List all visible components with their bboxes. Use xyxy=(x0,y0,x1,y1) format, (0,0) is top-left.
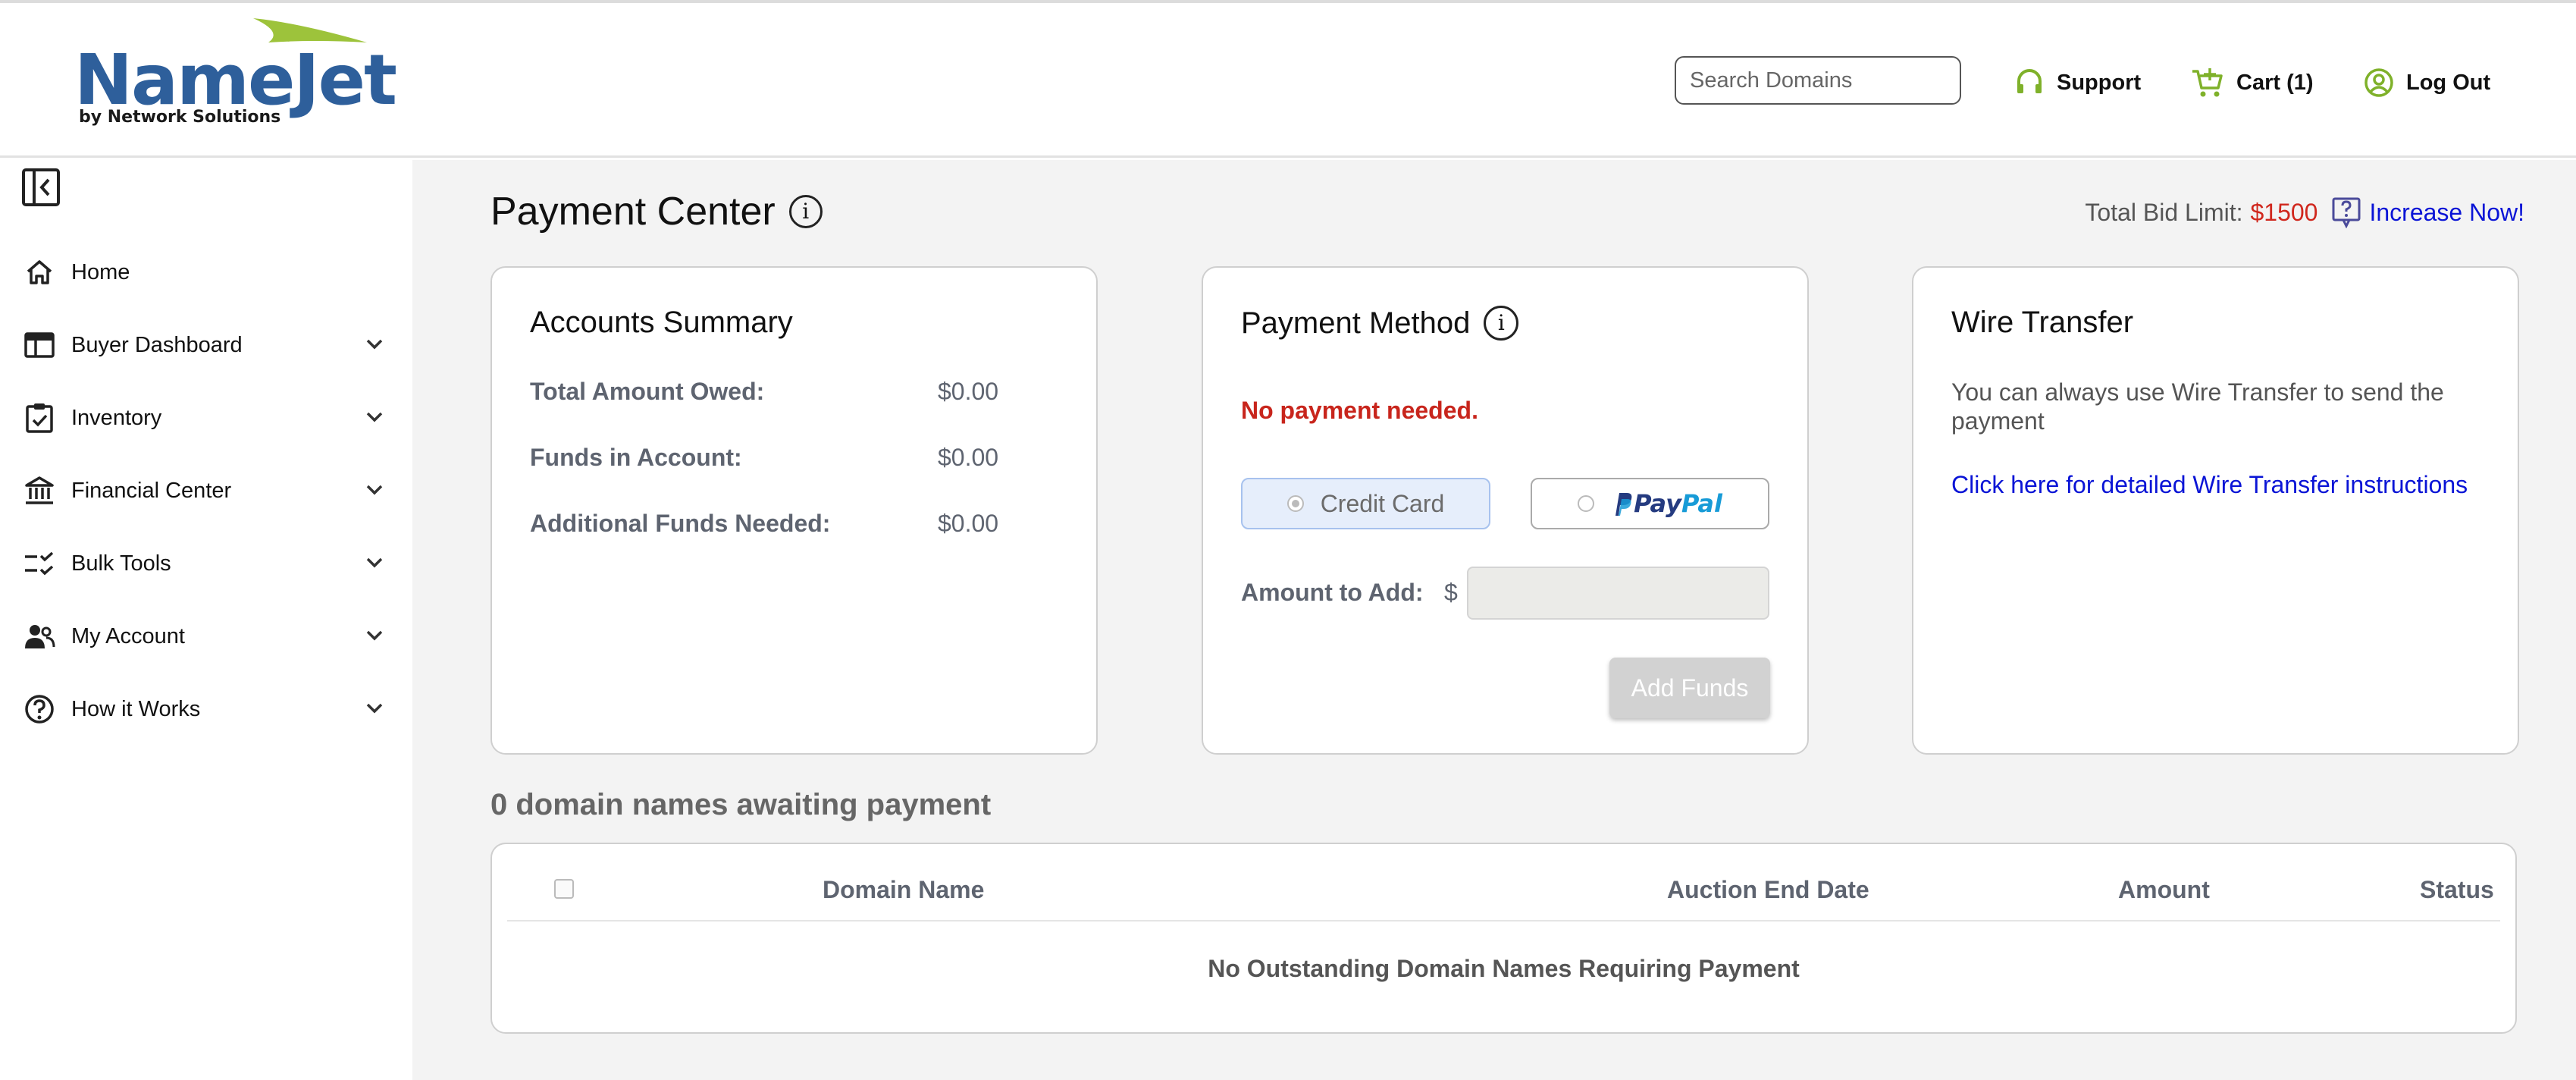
dashboard-icon xyxy=(23,328,56,362)
currency-symbol: $ xyxy=(1444,579,1458,606)
paypal-pay-text: Pay xyxy=(1634,489,1681,518)
sidebar-item-bulk-tools[interactable]: Bulk Tools xyxy=(23,541,387,586)
paypal-icon xyxy=(1615,493,1632,516)
column-auction-end-date[interactable]: Auction End Date xyxy=(1667,876,1869,904)
sidebar-item-my-account[interactable]: My Account xyxy=(23,614,387,659)
empty-table-message: No Outstanding Domain Names Requiring Pa… xyxy=(1208,955,1800,982)
funds-in-account-value: $0.00 xyxy=(938,444,999,471)
collapse-sidebar-icon[interactable] xyxy=(21,168,61,207)
sidebar-item-label: My Account xyxy=(71,623,185,648)
chevron-down-icon[interactable] xyxy=(362,623,387,647)
bank-icon xyxy=(23,474,56,507)
sidebar-item-label: How it Works xyxy=(71,696,201,721)
search-input[interactable] xyxy=(1690,68,1976,93)
sidebar: Home Buyer Dashboard Inventory Financial… xyxy=(0,160,412,1080)
no-payment-notice: No payment needed. xyxy=(1241,397,1478,424)
chevron-down-icon[interactable] xyxy=(362,695,387,720)
main-content: Payment Center i Total Bid Limit: $1500 … xyxy=(412,160,2576,1080)
chevron-down-icon[interactable] xyxy=(362,404,387,429)
payment-method-title-text: Payment Method xyxy=(1241,306,1471,340)
info-icon[interactable]: i xyxy=(788,195,823,228)
column-status[interactable]: Status xyxy=(2420,876,2494,904)
wire-transfer-instructions-link[interactable]: Click here for detailed Wire Transfer in… xyxy=(1951,471,2468,499)
amount-to-add-label: Amount to Add: xyxy=(1241,579,1424,606)
sidebar-item-label: Home xyxy=(71,259,130,284)
paypal-pal-text: Pal xyxy=(1681,489,1722,518)
namejet-logo[interactable]: NameJet by Network Solutions xyxy=(74,17,397,138)
chevron-down-icon[interactable] xyxy=(362,331,387,356)
logout-link[interactable]: Log Out xyxy=(2364,64,2490,102)
add-funds-button[interactable]: Add Funds xyxy=(1609,658,1770,718)
funds-in-account-label: Funds in Account: xyxy=(530,444,742,471)
search-box xyxy=(1675,56,1976,105)
cart-label: Cart (1) xyxy=(2236,70,2314,95)
logo-subtitle: by Network Solutions xyxy=(79,108,281,127)
sidebar-item-label: Financial Center xyxy=(71,478,232,503)
column-domain-name[interactable]: Domain Name xyxy=(823,876,984,904)
additional-funds-label: Additional Funds Needed: xyxy=(530,510,831,537)
user-circle-icon xyxy=(2364,68,2393,97)
site-header: NameJet by Network Solutions Support Car… xyxy=(0,3,2576,158)
question-icon xyxy=(23,692,56,726)
accounts-summary-title: Accounts Summary xyxy=(530,306,793,339)
page-title-text: Payment Center xyxy=(490,190,776,234)
chevron-down-icon[interactable] xyxy=(362,550,387,574)
sidebar-item-financial-center[interactable]: Financial Center xyxy=(23,468,387,513)
paypal-logo: Pay Pal xyxy=(1611,489,1722,518)
accounts-summary-card: Accounts Summary Total Amount Owed: $0.0… xyxy=(490,266,1098,755)
sidebar-item-label: Inventory xyxy=(71,405,162,430)
additional-funds-value: $0.00 xyxy=(938,510,999,537)
support-link[interactable]: Support xyxy=(2014,64,2141,102)
credit-card-radio[interactable] xyxy=(1286,495,1304,512)
users-icon xyxy=(23,620,56,653)
checklist-icon xyxy=(23,547,56,580)
support-label: Support xyxy=(2057,70,2142,95)
wire-transfer-card: Wire Transfer You can always use Wire Tr… xyxy=(1912,266,2519,755)
paypal-radio[interactable] xyxy=(1578,495,1595,512)
cart-icon xyxy=(2192,68,2223,97)
cart-link[interactable]: Cart (1) xyxy=(2191,64,2314,102)
wire-transfer-text: You can always use Wire Transfer to send… xyxy=(1951,378,2444,435)
column-amount[interactable]: Amount xyxy=(2118,876,2210,904)
awaiting-payment-heading: 0 domain names awaiting payment xyxy=(490,788,992,821)
wire-transfer-title: Wire Transfer xyxy=(1951,306,2134,339)
total-owed-value: $0.00 xyxy=(938,378,999,405)
chevron-down-icon[interactable] xyxy=(362,477,387,501)
payment-method-card: Payment Method i No payment needed. Cred… xyxy=(1202,266,1809,755)
sidebar-item-buyer-dashboard[interactable]: Buyer Dashboard xyxy=(23,322,387,368)
help-icon[interactable] xyxy=(2331,196,2361,228)
bid-limit-amount: $1500 xyxy=(2250,198,2318,226)
table-divider xyxy=(507,920,2500,921)
sidebar-item-inventory[interactable]: Inventory xyxy=(23,395,387,441)
home-icon xyxy=(23,256,56,289)
total-owed-label: Total Amount Owed: xyxy=(530,378,765,405)
page-title: Payment Center i xyxy=(490,189,823,234)
amount-to-add-input[interactable] xyxy=(1467,567,1769,620)
sidebar-item-how-it-works[interactable]: How it Works xyxy=(23,686,387,732)
clipboard-icon xyxy=(23,401,56,435)
awaiting-payment-table: Domain Name Auction End Date Amount Stat… xyxy=(490,843,2517,1034)
increase-now-link[interactable]: Increase Now! xyxy=(2369,199,2524,227)
paypal-option[interactable]: Pay Pal xyxy=(1531,478,1769,529)
sidebar-item-label: Buyer Dashboard xyxy=(71,332,243,357)
credit-card-option[interactable]: Credit Card xyxy=(1241,478,1490,529)
bid-limit: Total Bid Limit: $1500 Increase Now! xyxy=(2085,196,2524,228)
logout-label: Log Out xyxy=(2406,70,2491,95)
credit-card-label: Credit Card xyxy=(1320,489,1445,517)
sidebar-item-label: Bulk Tools xyxy=(71,551,171,576)
select-all-checkbox[interactable] xyxy=(554,879,574,899)
payment-method-title: Payment Method i xyxy=(1241,306,1519,341)
bid-limit-label: Total Bid Limit: xyxy=(2085,198,2243,226)
info-icon[interactable]: i xyxy=(1484,306,1519,341)
sidebar-item-home[interactable]: Home xyxy=(23,250,387,295)
headset-icon xyxy=(2017,69,2042,93)
